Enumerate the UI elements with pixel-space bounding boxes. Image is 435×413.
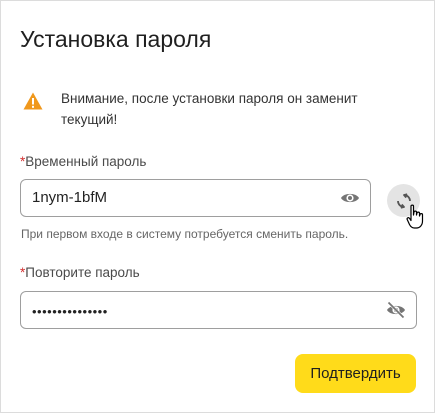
repeat-password-label: *Повторите пароль bbox=[20, 265, 140, 280]
temp-password-field[interactable]: 1nym-1bfM bbox=[20, 179, 371, 217]
warning-text: Внимание, после установки пароля он заме… bbox=[61, 91, 358, 127]
temp-password-value: 1nym-1bfM bbox=[32, 189, 108, 206]
temp-password-hint: При первом входе в систему потребуется с… bbox=[21, 227, 349, 241]
repeat-password-value: ••••••••••••••• bbox=[32, 304, 108, 319]
eye-off-icon[interactable] bbox=[386, 301, 406, 319]
temp-password-label: *Временный пароль bbox=[20, 154, 146, 169]
repeat-password-label-text: Повторите пароль bbox=[25, 265, 140, 280]
warning-message: Внимание, после установки пароля он заме… bbox=[23, 88, 403, 130]
warning-icon bbox=[23, 92, 43, 110]
repeat-password-field[interactable]: ••••••••••••••• bbox=[20, 291, 417, 329]
confirm-button[interactable]: Подтвердить bbox=[295, 354, 416, 393]
eye-icon[interactable] bbox=[340, 189, 360, 207]
hand-cursor-icon bbox=[406, 204, 424, 229]
temp-password-label-text: Временный пароль bbox=[25, 154, 147, 169]
password-dialog: Установка пароля Внимание, после установ… bbox=[0, 0, 435, 413]
dialog-title: Установка пароля bbox=[20, 26, 212, 52]
